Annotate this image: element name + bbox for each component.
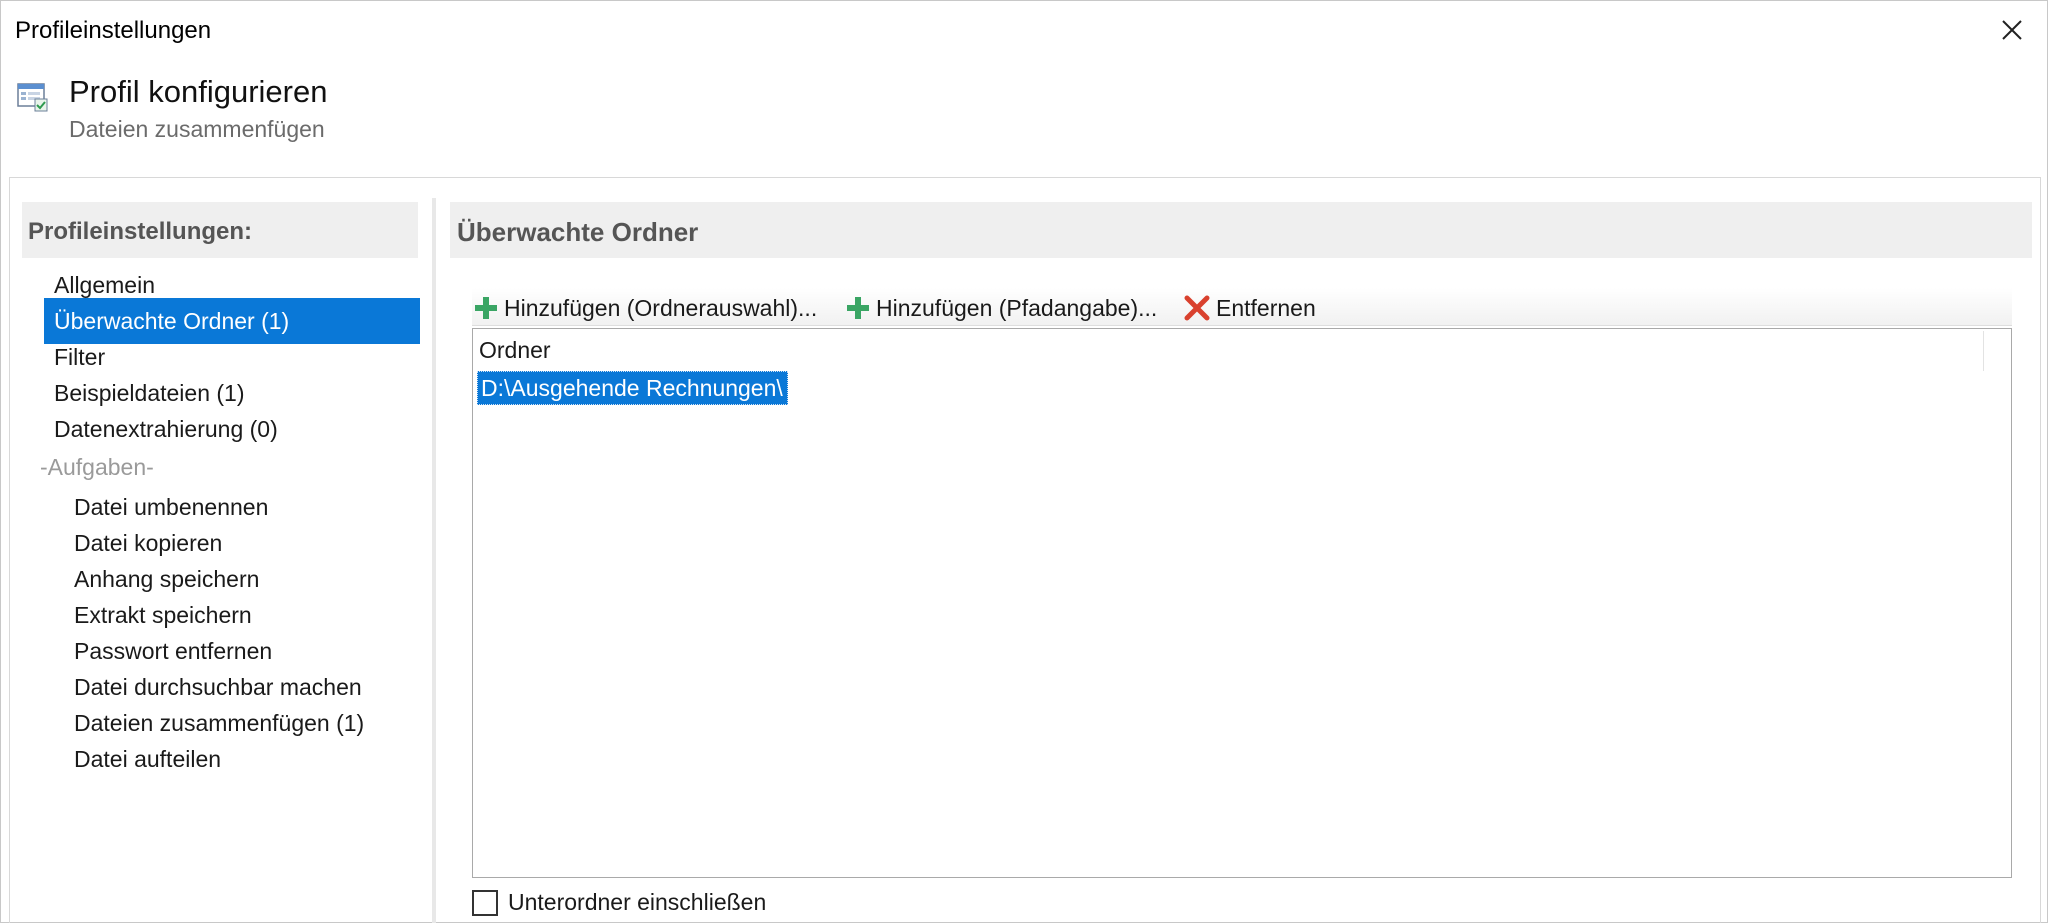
sidebar-item-label: Datei umbenennen — [74, 494, 269, 520]
main-panel: Überwachte Ordner Hinzufügen (Ordnerausw… — [450, 202, 2034, 923]
sidebar-item-label: Datei aufteilen — [74, 746, 222, 772]
remove-folder-label: Entfernen — [1216, 294, 1316, 321]
dialog-header: Profil konfigurieren Dateien zusammenfüg… — [1, 61, 2048, 176]
title-bar: Profileinstellungen — [1, 1, 2048, 61]
sidebar-item-label: Filter — [54, 344, 106, 370]
list-item[interactable]: D:\Ausgehende Rechnungen\ — [477, 371, 788, 405]
add-folder-select-label: Hinzufügen (Ordnerauswahl)... — [504, 294, 818, 321]
sidebar-heading: Profileinstellungen: — [22, 202, 418, 258]
sidebar-item-label: Datenextrahierung (0) — [54, 416, 278, 442]
content-area: Profileinstellungen: Allgemein Überwacht… — [9, 177, 2041, 923]
profile-settings-window: Profileinstellungen Profil konfigurieren… — [0, 0, 2048, 923]
sidebar-item-label: Datei kopieren — [74, 530, 223, 556]
sidebar-item-label: Extrakt speichern — [74, 602, 252, 628]
close-icon — [2002, 20, 2022, 40]
include-subfolders-checkbox[interactable]: Unterordner einschließen — [472, 889, 766, 916]
sidebar-item-datenextrahierung[interactable]: Datenextrahierung (0) — [44, 406, 420, 452]
close-button[interactable] — [1989, 9, 2035, 51]
sidebar-item-label: Überwachte Ordner (1) — [54, 308, 290, 334]
folder-list[interactable]: Ordner D:\Ausgehende Rechnungen\ — [472, 328, 2012, 878]
plus-icon — [475, 297, 497, 319]
plus-icon — [847, 297, 869, 319]
add-folder-path-label: Hinzufügen (Pfadangabe)... — [876, 294, 1158, 321]
sidebar-item-label: Passwort entfernen — [74, 638, 273, 664]
settings-sidebar: Profileinstellungen: Allgemein Überwacht… — [22, 202, 428, 923]
folder-toolbar: Hinzufügen (Ordnerauswahl)... Hinzufügen… — [472, 288, 2012, 326]
sidebar-item-label: Dateien zusammenfügen (1) — [74, 710, 365, 736]
window-title: Profileinstellungen — [15, 17, 212, 44]
add-folder-select-button[interactable]: Hinzufügen (Ordnerauswahl)... — [474, 292, 817, 324]
column-divider[interactable] — [1983, 331, 1984, 371]
remove-folder-button[interactable]: Entfernen — [1184, 292, 1316, 324]
column-header-ordner[interactable]: Ordner — [479, 337, 551, 364]
sidebar-group-aufgaben: -Aufgaben- — [40, 454, 154, 480]
profile-settings-icon — [17, 83, 48, 112]
sidebar-task-datei-aufteilen[interactable]: Datei aufteilen — [74, 736, 420, 782]
dialog-title: Profil konfigurieren — [69, 74, 328, 109]
sidebar-item-label: Anhang speichern — [74, 566, 260, 592]
x-icon — [1184, 295, 1210, 321]
sidebar-item-label: Beispieldateien (1) — [54, 380, 245, 406]
panel-heading: Überwachte Ordner — [450, 202, 2032, 258]
dialog-subtitle: Dateien zusammenfügen — [69, 116, 325, 142]
sidebar-item-label: Allgemein — [54, 272, 155, 298]
sidebar-item-label: Datei durchsuchbar machen — [74, 674, 362, 700]
checkbox-box[interactable] — [472, 889, 498, 916]
include-subfolders-label: Unterordner einschließen — [508, 889, 767, 915]
panel-splitter[interactable] — [432, 198, 436, 923]
add-folder-path-button[interactable]: Hinzufügen (Pfadangabe)... — [846, 292, 1157, 324]
